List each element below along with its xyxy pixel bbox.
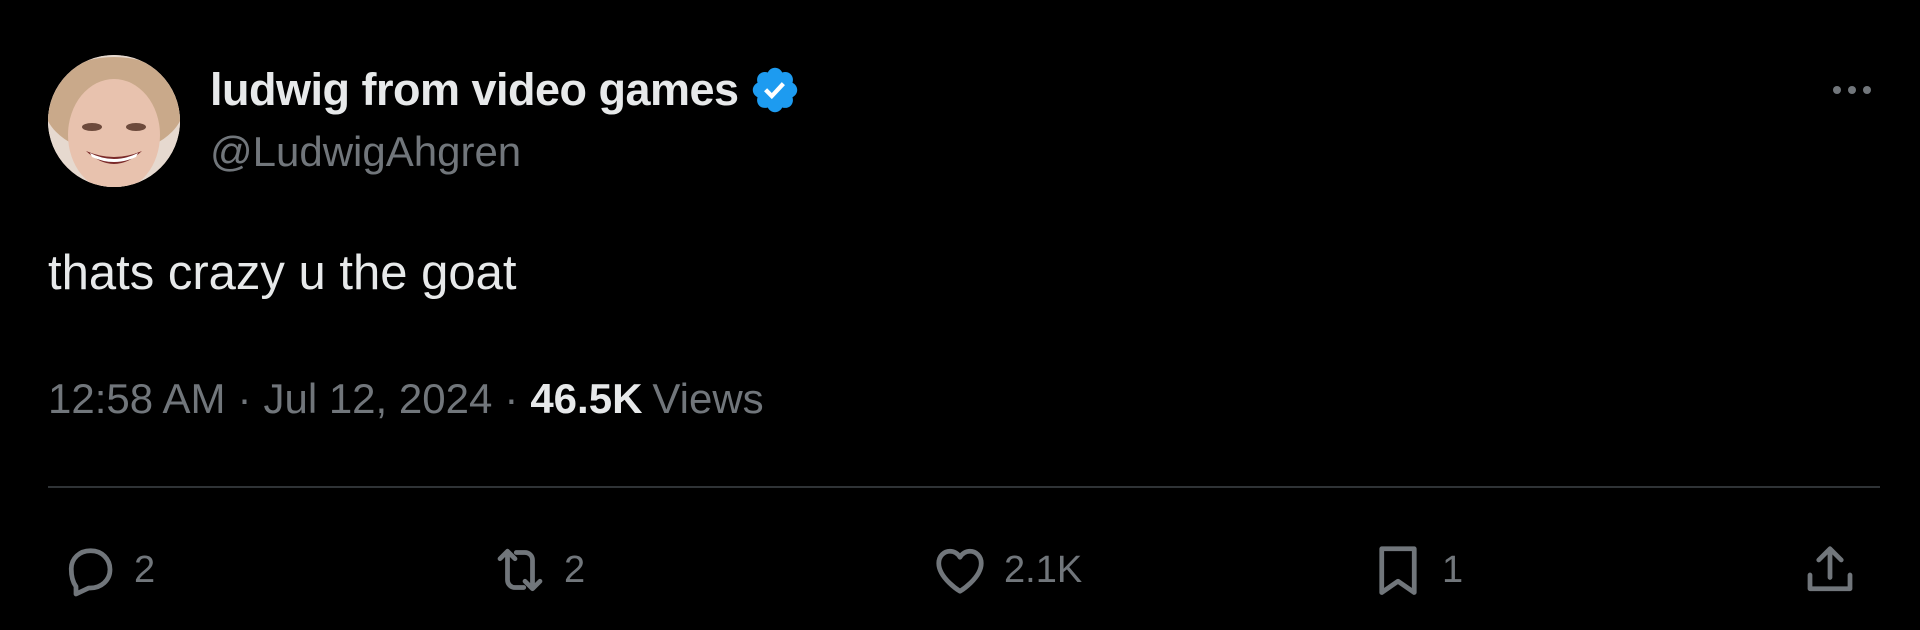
share-button[interactable] — [1800, 535, 1860, 605]
display-name[interactable]: ludwig from video games — [210, 64, 739, 116]
tweet-date[interactable]: Jul 12, 2024 — [263, 375, 492, 423]
retweet-count: 2 — [564, 548, 586, 591]
reply-button[interactable]: 2 — [60, 535, 155, 605]
reply-icon — [68, 548, 113, 597]
avatar-image — [48, 55, 180, 187]
bookmark-button[interactable]: 1 — [1368, 535, 1463, 605]
tweet-card: ludwig from video games @LudwigAhgren th… — [0, 0, 1920, 630]
tweet-meta: 12:58 AM · Jul 12, 2024 · 46.5K Views — [48, 375, 764, 423]
views-label[interactable]: Views — [652, 375, 763, 423]
heart-icon — [936, 548, 984, 594]
author-name-row: ludwig from video games — [210, 62, 801, 118]
avatar[interactable] — [48, 55, 180, 187]
retweet-button[interactable]: 2 — [490, 535, 585, 605]
divider — [48, 486, 1880, 488]
views-count[interactable]: 46.5K — [530, 375, 642, 423]
verified-badge-icon[interactable] — [749, 64, 801, 116]
like-button[interactable]: 2.1K — [930, 535, 1082, 605]
bookmark-icon — [1379, 546, 1417, 595]
meta-separator: · — [504, 375, 519, 422]
tweet-time[interactable]: 12:58 AM — [48, 375, 225, 423]
share-icon — [1807, 546, 1853, 592]
like-count: 2.1K — [1004, 548, 1083, 591]
tweet-text: thats crazy u the goat — [48, 246, 517, 300]
bookmark-count: 1 — [1442, 548, 1464, 591]
more-horizontal-icon[interactable] — [1822, 72, 1882, 108]
meta-separator: · — [237, 375, 252, 422]
retweet-icon — [497, 548, 543, 592]
reply-count: 2 — [134, 548, 156, 591]
user-handle[interactable]: @LudwigAhgren — [210, 128, 521, 176]
